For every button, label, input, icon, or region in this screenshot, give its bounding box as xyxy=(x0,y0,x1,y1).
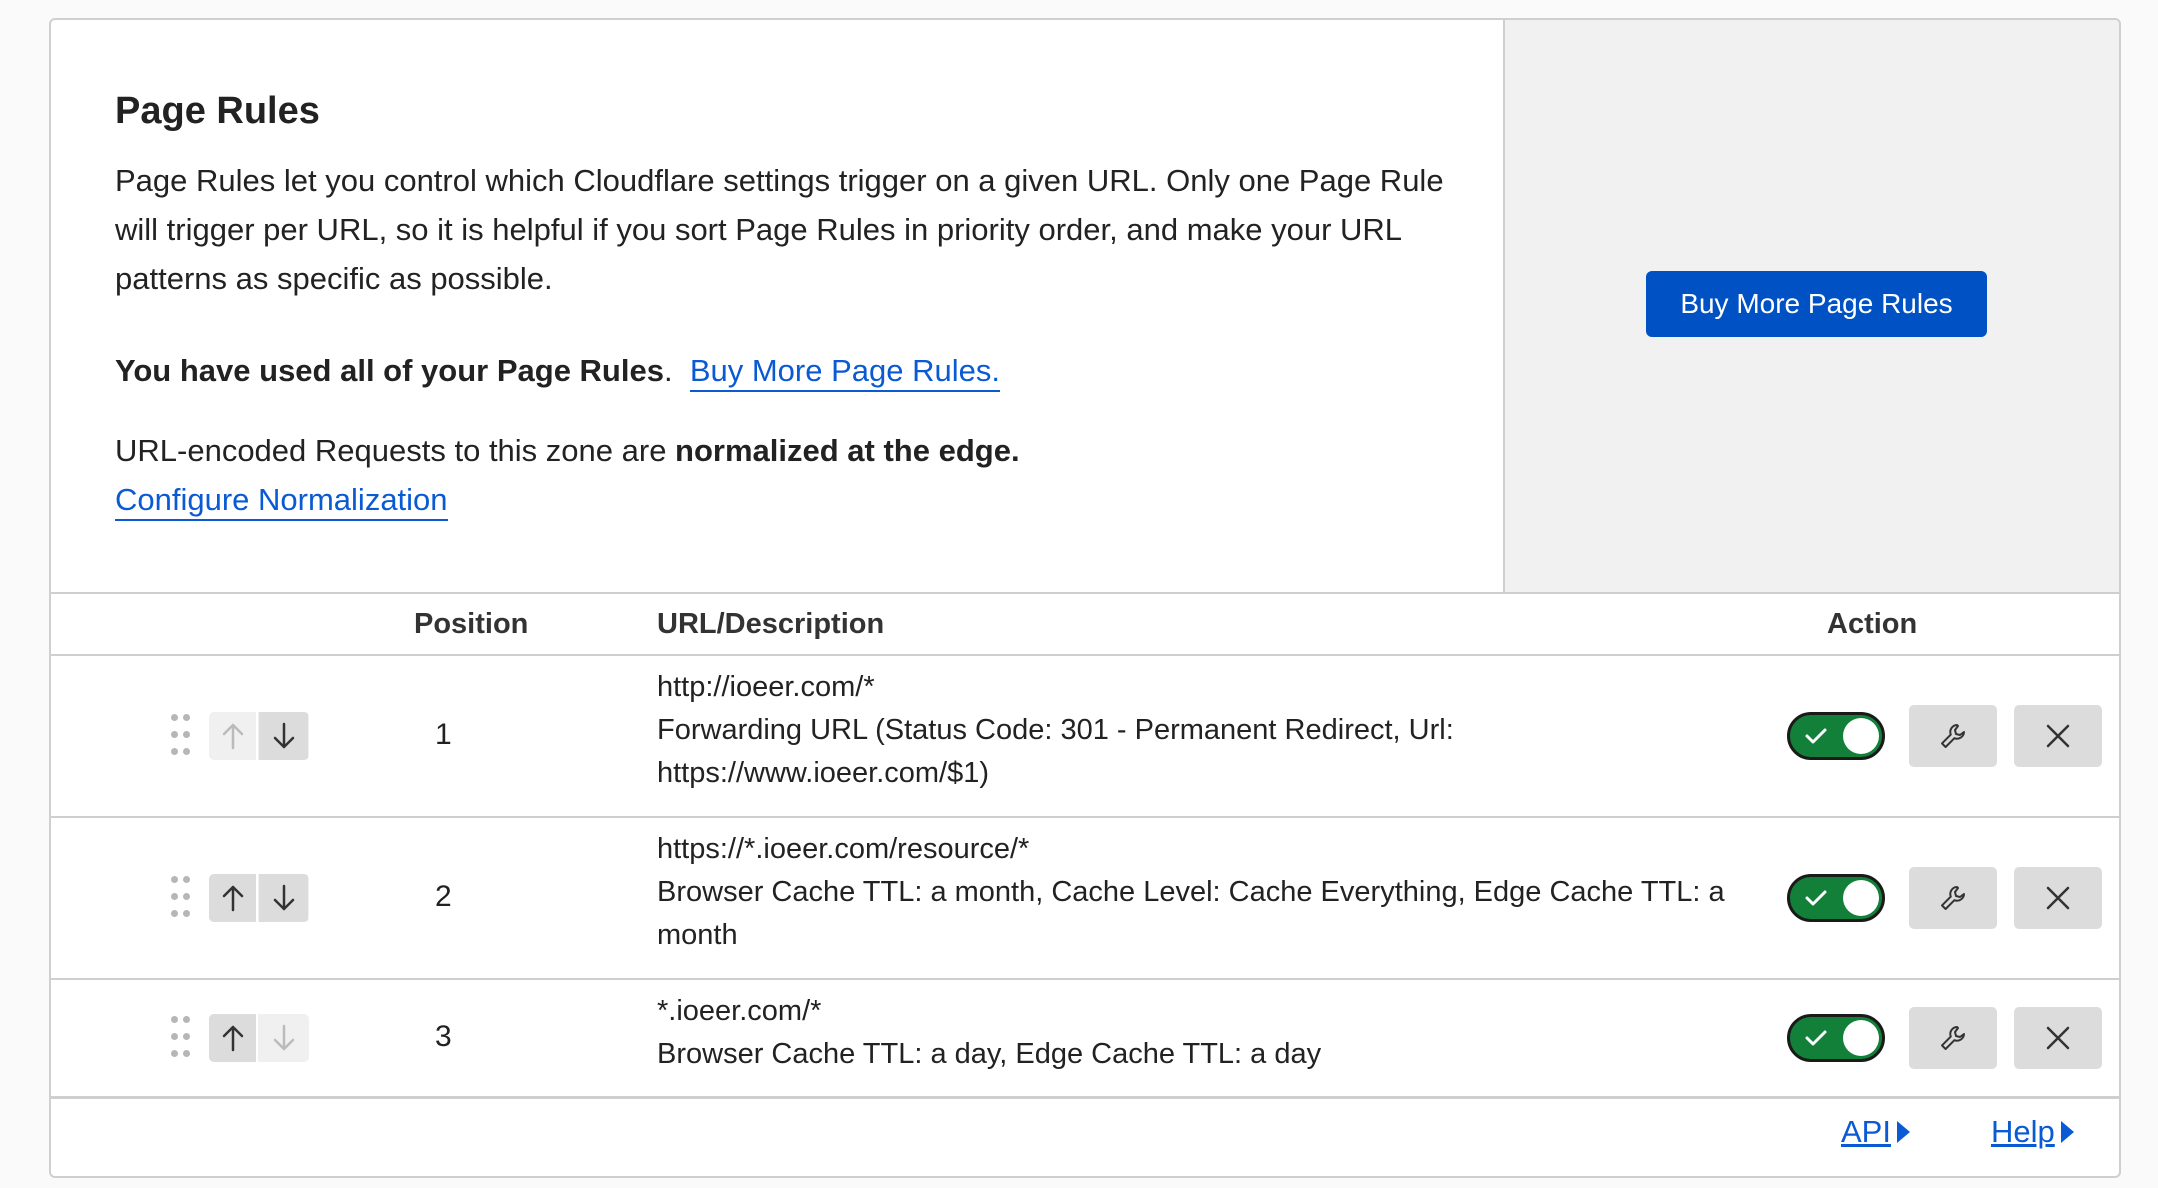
reorder-controls xyxy=(209,874,309,922)
drag-handle-icon[interactable] xyxy=(171,714,191,758)
rule-enabled-toggle[interactable] xyxy=(1787,1014,1885,1062)
close-icon xyxy=(2046,1026,2070,1050)
delete-rule-button[interactable] xyxy=(2014,705,2102,767)
column-position: Position xyxy=(414,608,529,640)
page-title: Page Rules xyxy=(115,90,320,132)
rule-position: 3 xyxy=(435,1020,452,1053)
rule-description: Forwarding URL (Status Code: 301 - Perma… xyxy=(657,714,1454,789)
arrow-down-icon xyxy=(273,884,294,911)
rule-enabled-toggle[interactable] xyxy=(1787,874,1885,922)
edit-rule-button[interactable] xyxy=(1909,705,1997,767)
move-up-button[interactable] xyxy=(209,874,258,922)
page-description: Page Rules let you control which Cloudfl… xyxy=(115,163,1444,296)
rule-description: Browser Cache TTL: a month, Cache Level:… xyxy=(657,876,1725,951)
edit-rule-button[interactable] xyxy=(1909,1007,1997,1069)
buy-more-button[interactable]: Buy More Page Rules xyxy=(1646,271,1987,337)
check-icon xyxy=(1805,728,1827,744)
edit-rule-button[interactable] xyxy=(1909,867,1997,929)
toggle-knob xyxy=(1843,718,1879,754)
move-down-button[interactable] xyxy=(259,874,308,922)
close-icon xyxy=(2046,724,2070,748)
arrow-down-icon xyxy=(273,722,294,749)
normalization-notice: URL-encoded Requests to this zone are no… xyxy=(115,426,1020,524)
normalization-status: normalized at the edge. xyxy=(675,433,1020,468)
rule-description: Browser Cache TTL: a day, Edge Cache TTL… xyxy=(657,1038,1322,1070)
triangle-right-icon xyxy=(1896,1121,1910,1143)
table-row: 2 https://*.ioeer.com/resource/* Browser… xyxy=(51,818,2119,980)
usage-suffix: . xyxy=(663,353,673,388)
arrow-up-icon xyxy=(222,723,243,750)
delete-rule-button[interactable] xyxy=(2014,867,2102,929)
purchase-panel: Buy More Page Rules xyxy=(1503,20,2119,592)
intro-panel: Page Rules Page Rules let you control wh… xyxy=(51,20,1503,592)
toggle-knob xyxy=(1843,1020,1879,1056)
delete-rule-button[interactable] xyxy=(2014,1007,2102,1069)
help-link-label: Help xyxy=(1991,1114,2055,1149)
rule-enabled-toggle[interactable] xyxy=(1787,712,1885,760)
normalization-text: URL-encoded Requests to this zone are xyxy=(115,433,676,468)
wrench-icon xyxy=(1941,1026,1965,1050)
api-link-label: API xyxy=(1841,1114,1891,1149)
usage-text: You have used all of your Page Rules xyxy=(115,353,664,388)
check-icon xyxy=(1805,890,1827,906)
toggle-knob xyxy=(1843,880,1879,916)
wrench-icon xyxy=(1941,724,1965,748)
drag-handle-icon[interactable] xyxy=(171,876,191,920)
arrow-down-icon xyxy=(273,1024,294,1051)
usage-notice: You have used all of your Page Rules. Bu… xyxy=(115,346,1000,395)
arrow-up-icon xyxy=(222,1025,243,1052)
check-icon xyxy=(1805,1030,1827,1046)
drag-handle-icon[interactable] xyxy=(171,1016,191,1060)
rule-position: 1 xyxy=(435,718,452,751)
close-icon xyxy=(2046,886,2070,910)
rule-url-description: http://ioeer.com/* Forwarding URL (Statu… xyxy=(657,666,1787,795)
page-rules-card: Page Rules Page Rules let you control wh… xyxy=(49,18,2121,1178)
help-link[interactable]: Help xyxy=(1991,1114,2074,1150)
configure-normalization-link[interactable]: Configure Normalization xyxy=(115,482,448,521)
rule-url-description: https://*.ioeer.com/resource/* Browser C… xyxy=(657,828,1787,957)
wrench-icon xyxy=(1941,886,1965,910)
move-up-button[interactable] xyxy=(209,712,258,760)
move-down-button[interactable] xyxy=(259,712,308,760)
reorder-controls xyxy=(209,712,309,760)
table-row: 1 http://ioeer.com/* Forwarding URL (Sta… xyxy=(51,656,2119,818)
move-up-button[interactable] xyxy=(209,1014,258,1062)
column-url-description: URL/Description xyxy=(657,608,885,640)
rule-url: http://ioeer.com/* xyxy=(657,671,875,703)
table-header: Position URL/Description Action xyxy=(51,594,2119,656)
column-action: Action xyxy=(1827,608,1918,640)
triangle-right-icon xyxy=(2060,1121,2074,1143)
rule-url: https://*.ioeer.com/resource/* xyxy=(657,833,1030,865)
table-row: 3 *.ioeer.com/* Browser Cache TTL: a day… xyxy=(51,980,2119,1099)
rule-url-description: *.ioeer.com/* Browser Cache TTL: a day, … xyxy=(657,990,1787,1076)
buy-more-link[interactable]: Buy More Page Rules. xyxy=(689,353,1000,392)
move-down-button[interactable] xyxy=(259,1014,308,1062)
api-link[interactable]: API xyxy=(1841,1114,1910,1150)
page-rules-header: Page Rules Page Rules let you control wh… xyxy=(51,20,2119,594)
rule-position: 2 xyxy=(435,880,452,913)
rule-url: *.ioeer.com/* xyxy=(657,995,822,1027)
reorder-controls xyxy=(209,1014,309,1062)
arrow-up-icon xyxy=(222,885,243,912)
